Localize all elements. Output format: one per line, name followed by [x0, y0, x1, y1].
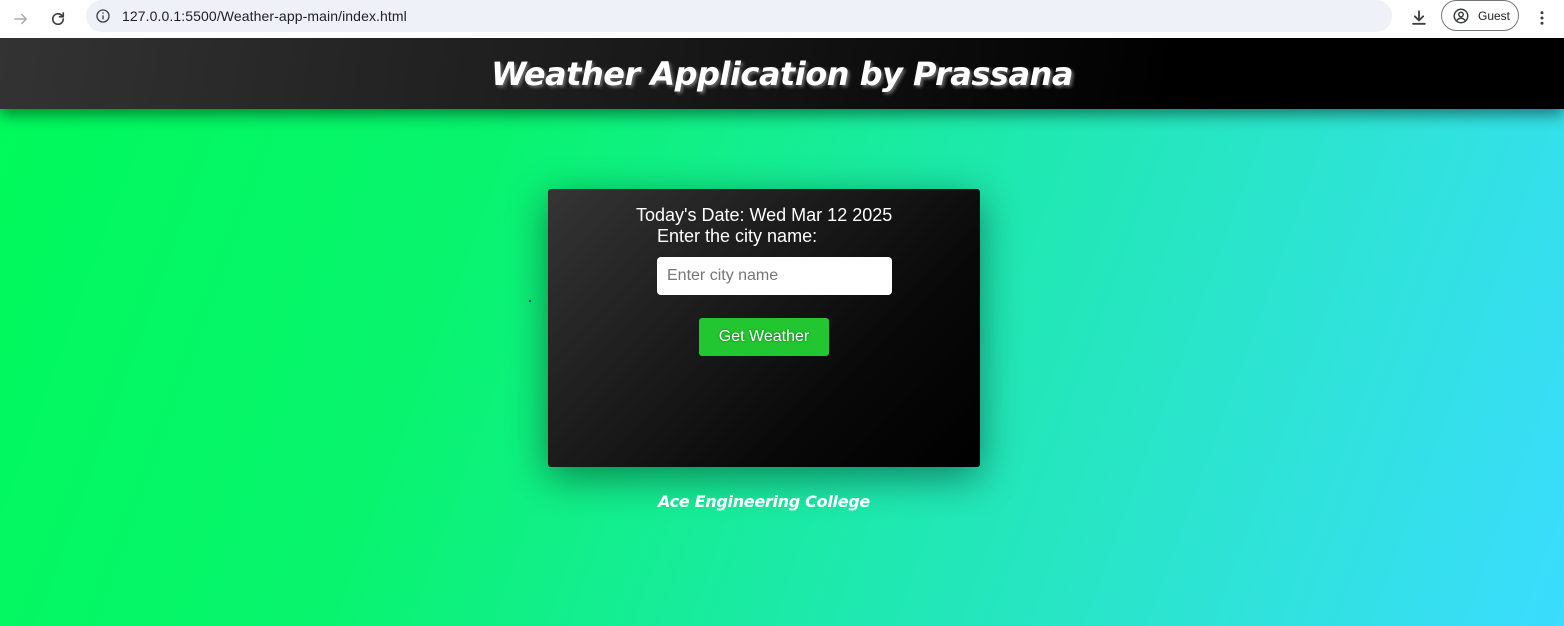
profile-label: Guest — [1478, 8, 1511, 23]
arrow-right-icon — [14, 13, 27, 25]
info-icon[interactable] — [94, 7, 112, 25]
app-header: Weather Application by Prassana — [0, 38, 1564, 109]
profile-button[interactable]: Guest — [1441, 0, 1519, 31]
download-icon — [1412, 10, 1426, 25]
reload-icon — [51, 12, 65, 26]
city-input[interactable] — [657, 257, 892, 295]
browser-menu-button[interactable] — [1530, 4, 1554, 32]
person-circle-icon — [1452, 7, 1470, 25]
url-text[interactable]: 127.0.0.1:5500/Weather-app-main/index.ht… — [122, 8, 407, 24]
kebab-menu-icon — [1540, 11, 1544, 25]
todays-date: Today's Date: Wed Mar 12 2025 — [636, 205, 893, 225]
get-weather-button[interactable]: Get Weather — [699, 318, 829, 356]
browser-toolbar: 127.0.0.1:5500/Weather-app-main/index.ht… — [0, 0, 1564, 38]
weather-card: Today's Date: Wed Mar 12 2025 Enter the … — [548, 189, 980, 467]
download-button[interactable] — [1405, 4, 1433, 32]
page-title: Weather Application by Prassana — [491, 54, 1073, 93]
footer-college-name: Ace Engineering College — [658, 492, 870, 511]
forward-button[interactable] — [7, 5, 35, 33]
city-label: Enter the city name: — [657, 226, 818, 246]
address-bar[interactable]: 127.0.0.1:5500/Weather-app-main/index.ht… — [86, 0, 1392, 32]
reload-button[interactable] — [44, 5, 72, 33]
stray-dot — [529, 300, 531, 302]
page-content: Weather Application by Prassana Today's … — [0, 38, 1564, 626]
